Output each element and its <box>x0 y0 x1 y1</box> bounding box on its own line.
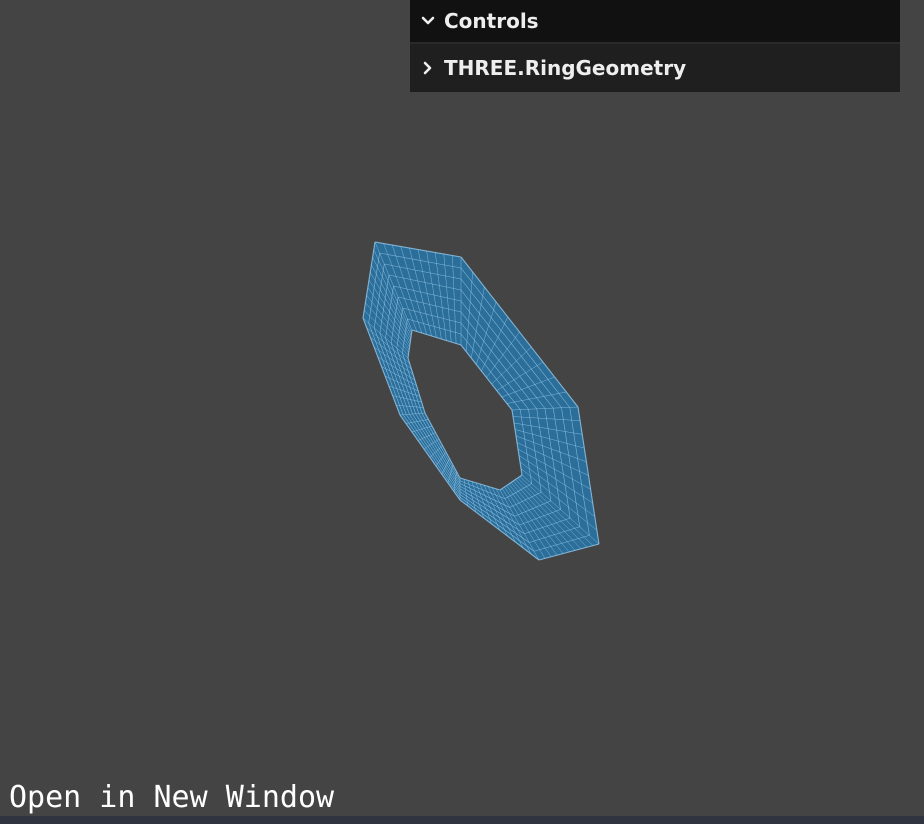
folder-ring-geometry[interactable]: THREE.RingGeometry <box>410 44 900 92</box>
controls-toggle[interactable]: Controls <box>410 0 900 44</box>
controls-title: Controls <box>444 9 539 33</box>
bottom-bar <box>0 816 924 824</box>
ring-geometry-mesh <box>362 241 600 561</box>
controls-panel: Controls THREE.RingGeometry <box>410 0 900 92</box>
chevron-down-icon <box>418 11 438 31</box>
open-in-new-window-link[interactable]: Open in New Window <box>9 778 334 818</box>
folder-label: THREE.RingGeometry <box>444 56 687 80</box>
three-viewport-canvas[interactable] <box>0 0 924 816</box>
chevron-right-icon <box>418 58 438 78</box>
